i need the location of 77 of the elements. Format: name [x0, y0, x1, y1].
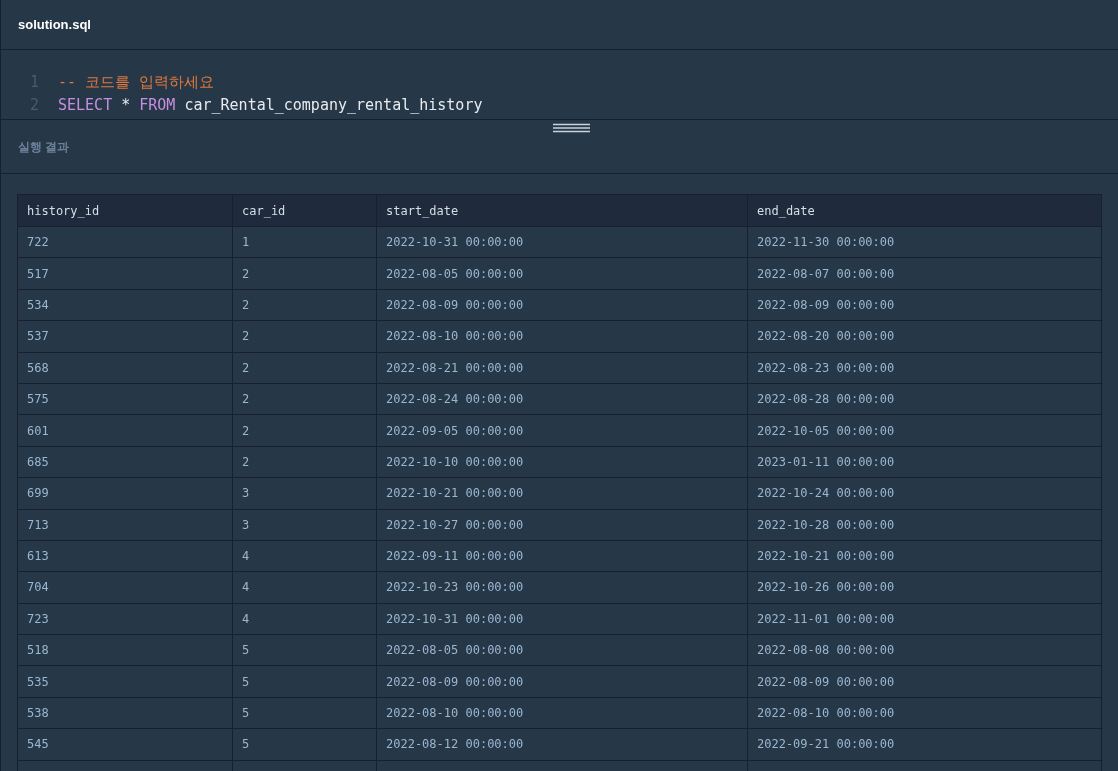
table-cell: 2022-08-23 00:00:00	[747, 352, 1101, 383]
table-cell: 2022-08-10 00:00:00	[376, 697, 747, 729]
table-cell-text: 538	[26, 705, 50, 723]
table-cell-text: 601	[26, 422, 50, 440]
table-cell-text: 518	[26, 642, 50, 660]
table-cell: 2022-10-24 00:00:00	[747, 478, 1101, 509]
table-cell-text: 535	[26, 673, 50, 691]
table-cell: 2022-08-07 00:00:00	[747, 258, 1101, 289]
table-cell: 2022-08-10 00:00:00	[376, 321, 747, 352]
resize-handle-icon[interactable]	[553, 123, 590, 133]
table-cell: 2	[232, 352, 376, 383]
table-cell: 2022-08-09 00:00:00	[376, 666, 747, 697]
table-cell: 2022-10-21 00:00:00	[376, 478, 747, 509]
table-cell: 2022-10-26 00:00:00	[747, 572, 1101, 603]
file-tab-title: solution.sql	[18, 15, 91, 34]
table-cell: 2022-08-05 00:00:00	[376, 258, 747, 289]
table-cell: 2022-08-09 00:00:00	[747, 289, 1101, 321]
table-cell: 2022-10-31 00:00:00	[376, 603, 747, 635]
table-cell: 2022-10-10 00:00:00	[376, 446, 747, 478]
table-cell: 2022-08-08 00:00:00	[747, 635, 1101, 666]
table-cell: 2022-08-05 00:00:00	[376, 635, 747, 666]
table-cell: 2022-08-24 00:00:00	[376, 383, 747, 415]
result-title: 실행 결과	[18, 138, 70, 156]
table-cell-text: 534	[26, 296, 50, 314]
table-cell: 2	[232, 289, 376, 321]
code-line: SELECT * FROM car_Rental_company_rental_history	[58, 95, 483, 116]
column-header: history_id	[26, 202, 101, 220]
table-cell: 4	[232, 572, 376, 603]
table-cell: 5	[232, 697, 376, 729]
table-cell: 2022-10-21 00:00:00	[747, 540, 1101, 572]
column-header: car_id	[232, 195, 376, 226]
table-cell: 2022-08-10 00:00:00	[747, 697, 1101, 729]
table-cell: 1	[232, 227, 376, 258]
table-cell: 2022-08-09 00:00:00	[376, 289, 747, 321]
table-cell: 2	[232, 258, 376, 289]
table-cell: 2023-01-11 00:00:00	[747, 446, 1101, 478]
table-cell-text: 699	[26, 485, 50, 503]
table-cell: 2022-10-23 00:00:00	[376, 572, 747, 603]
table-cell-text: 537	[26, 328, 50, 346]
table-cell: 2022-09-05 00:00:00	[376, 415, 747, 446]
table-cell-text: 545	[26, 736, 50, 754]
table-cell: 2022-09-11 00:00:00	[376, 540, 747, 572]
table-cell: 2	[232, 383, 376, 415]
table-cell: 2022-10-27 00:00:00	[376, 509, 747, 540]
table-cell: 2022-08-28 00:00:00	[747, 383, 1101, 415]
table-cell: 5	[232, 635, 376, 666]
table-cell-text: 713	[26, 516, 50, 534]
table-cell: 2022-10-31 00:00:00	[376, 227, 747, 258]
table-cell-text: 704	[26, 579, 50, 597]
table-cell: 2022-11-01 00:00:00	[747, 603, 1101, 635]
table-cell: 2022-11-30 00:00:00	[747, 227, 1101, 258]
table-cell-text: 568	[26, 359, 50, 377]
table-cell: 2	[232, 446, 376, 478]
column-header: start_date	[376, 195, 747, 226]
column-header: end_date	[747, 195, 1101, 226]
table-cell: 2022-08-20 00:00:00	[747, 321, 1101, 352]
table-cell: 2	[232, 415, 376, 446]
table-cell: 2022-08-21 00:00:00	[376, 352, 747, 383]
code-line: -- 코드를 입력하세요	[58, 72, 215, 93]
table-cell: 5	[232, 666, 376, 697]
table-cell: 3	[232, 509, 376, 540]
table-cell: 2022-10-05 00:00:00	[747, 415, 1101, 446]
table-cell: 2022-08-12 00:00:00	[376, 729, 747, 760]
table-cell-text: 517	[26, 265, 50, 283]
table-cell: 3	[232, 478, 376, 509]
table-cell: 2022-08-09 00:00:00	[747, 666, 1101, 697]
table-cell: 2	[232, 321, 376, 352]
table-cell: 4	[232, 540, 376, 572]
table-cell-text: 723	[26, 610, 50, 628]
table-cell: 2022-10-28 00:00:00	[747, 509, 1101, 540]
table-cell-text: 575	[26, 391, 50, 409]
table-cell: 5	[232, 729, 376, 760]
table-cell: 2022-09-21 00:00:00	[747, 729, 1101, 760]
table-cell-text: 722	[26, 234, 50, 252]
table-cell: 4	[232, 603, 376, 635]
table-cell-text: 613	[26, 548, 50, 566]
table-cell-text: 685	[26, 453, 50, 471]
